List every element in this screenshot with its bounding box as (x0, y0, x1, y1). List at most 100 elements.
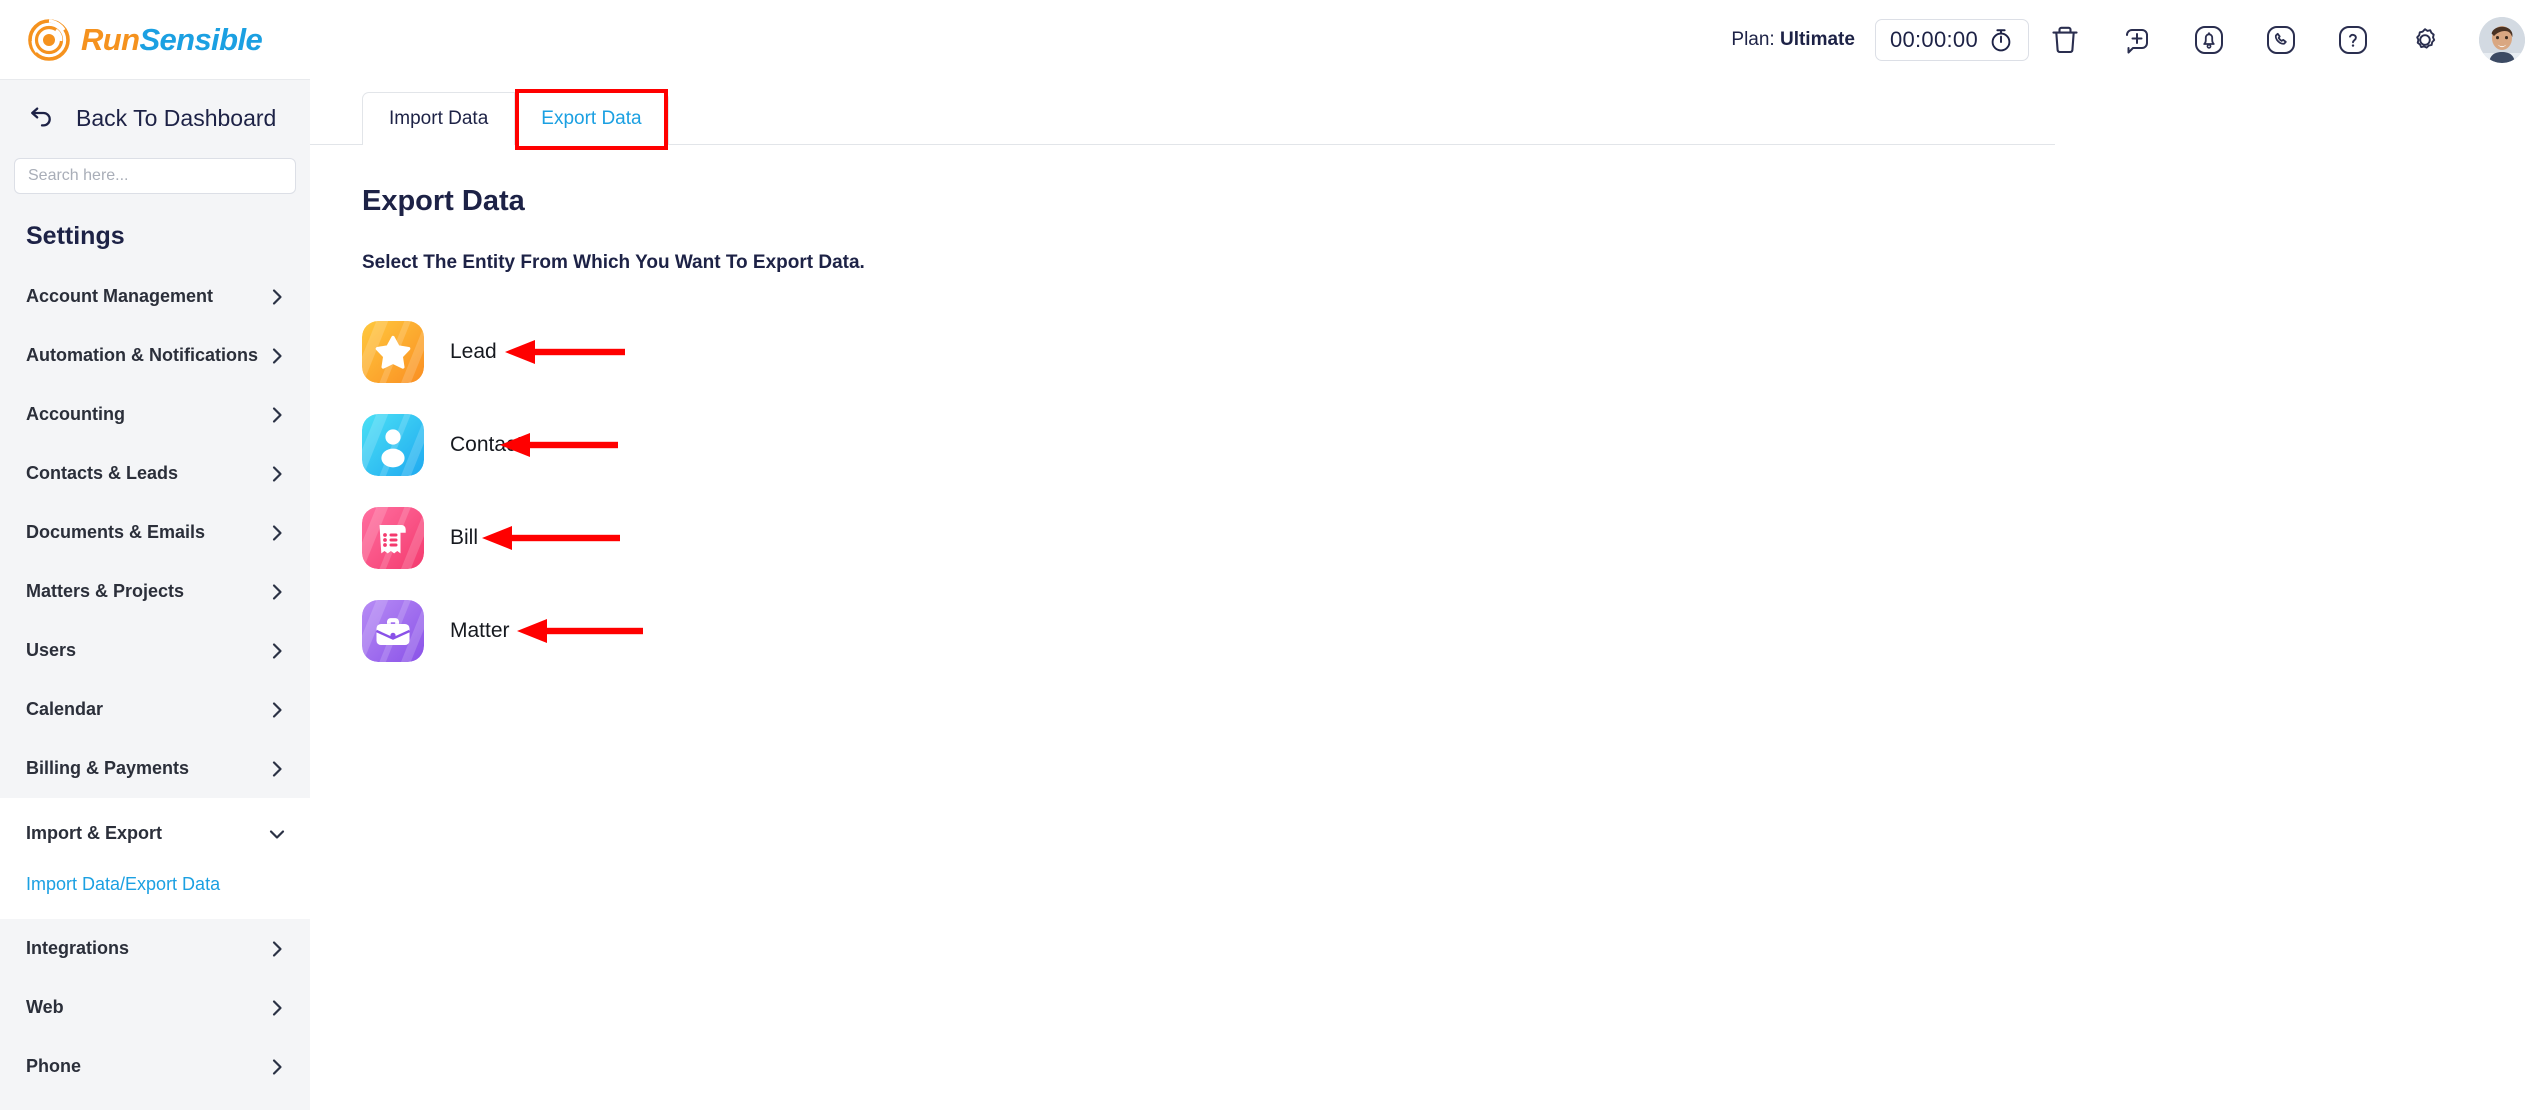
arrow-annotation-lead (505, 339, 625, 364)
chevron-right-icon (272, 583, 282, 600)
sidebar-item-calendar[interactable]: Calendar (0, 680, 310, 739)
sidebar-search (0, 158, 310, 194)
entity-option-list: Lead Contact Bill Matter (362, 312, 2545, 670)
sidebar-item-web[interactable]: Web (0, 978, 310, 1037)
logo-text-sensible: Sensible (139, 22, 263, 57)
sidebar-item-import-export[interactable]: Import & Export (0, 804, 310, 863)
arrow-annotation-contact (500, 432, 618, 457)
sidebar-item-label: Web (26, 997, 64, 1017)
plan-prefix: Plan: (1731, 28, 1775, 50)
chevron-right-icon (272, 940, 282, 957)
person-icon[interactable] (362, 413, 424, 476)
user-avatar[interactable] (2479, 16, 2525, 63)
settings-sidebar: Back To Dashboard Settings Account Manag… (0, 79, 310, 1110)
chevron-right-icon (272, 999, 282, 1016)
notifications-button[interactable] (2173, 10, 2245, 70)
delete-button[interactable] (2029, 10, 2101, 70)
help-question-icon[interactable] (2335, 22, 2371, 58)
timer-widget[interactable]: 00:00:00 (1874, 18, 2029, 61)
sidebar-item-automation-notifications[interactable]: Automation & Notifications (0, 326, 310, 385)
chevron-right-icon (272, 760, 282, 777)
arrow-annotation-matter (517, 618, 643, 643)
help-button[interactable] (2317, 10, 2389, 70)
chevron-right-icon (272, 406, 282, 423)
header-actions: Plan: Ultimate 00:00:00 (1731, 10, 2525, 70)
trash-icon[interactable] (2048, 23, 2082, 57)
entity-row-contact[interactable]: Contact (362, 405, 2545, 484)
logo-text-run: Run (81, 22, 140, 57)
add-plus-icon[interactable] (2119, 22, 2155, 58)
entity-row-matter[interactable]: Matter (362, 591, 2545, 670)
app-logo[interactable]: RunSensible (28, 18, 263, 61)
entity-label[interactable]: Matter (450, 619, 510, 643)
sidebar-item-matters-projects[interactable]: Matters & Projects (0, 562, 310, 621)
sidebar-item-contacts-leads[interactable]: Contacts & Leads (0, 444, 310, 503)
gear-icon[interactable] (2407, 22, 2443, 58)
chevron-right-icon (272, 288, 282, 305)
tabstrip: Import Data Export Data (362, 89, 669, 150)
sidebar-item-label: Accounting (26, 404, 125, 424)
plan-value: Ultimate (1779, 28, 1855, 50)
tab-export-data[interactable]: Export Data (514, 89, 668, 150)
entity-row-lead[interactable]: Lead (362, 312, 2545, 391)
arrow-annotation-bill (482, 525, 620, 550)
sidebar-item-phone[interactable]: Phone (0, 1037, 310, 1096)
sidebar-item-account-management[interactable]: Account Management (0, 267, 310, 326)
page-subtitle: Select The Entity From Which You Want To… (362, 252, 865, 273)
sidebar-item-documents-emails[interactable]: Documents & Emails (0, 503, 310, 562)
sidebar-section-title: Settings (26, 222, 125, 250)
runsensible-swirl-icon (28, 18, 70, 61)
sidebar-item-label: Contacts & Leads (26, 463, 179, 483)
search-input[interactable] (14, 158, 296, 194)
entity-label[interactable]: Bill (450, 526, 478, 550)
logo-wordmark: RunSensible (81, 22, 263, 57)
invoice-icon[interactable] (362, 506, 424, 569)
timer-value: 00:00:00 (1889, 26, 1978, 52)
add-new-button[interactable] (2101, 10, 2173, 70)
tab-export-data-label: Export Data (541, 108, 642, 129)
sidebar-item-label: Matters & Projects (26, 581, 185, 601)
chevron-right-icon (272, 1058, 282, 1075)
sidebar-item-label: Integrations (26, 938, 130, 958)
tabs-bar: Import Data Export Data (310, 79, 2545, 150)
chevron-right-icon (272, 524, 282, 541)
chevron-down-icon (269, 829, 285, 839)
sidebar-subitem-label: Import Data/Export Data (26, 873, 221, 894)
stopwatch-icon[interactable] (1988, 27, 2014, 53)
settings-button[interactable] (2389, 10, 2461, 70)
star-icon[interactable] (362, 320, 424, 383)
chevron-right-icon (272, 642, 282, 659)
sidebar-item-accounting[interactable]: Accounting (0, 385, 310, 444)
sidebar-item-label: Users (26, 640, 77, 660)
sidebar-item-users[interactable]: Users (0, 621, 310, 680)
entity-label[interactable]: Lead (450, 340, 497, 364)
main-content-area: Import Data Export Data Export Data Sele… (310, 79, 2545, 1110)
briefcase-icon[interactable] (362, 599, 424, 662)
entity-row-bill[interactable]: Bill (362, 498, 2545, 577)
notification-bell-icon[interactable] (2191, 22, 2227, 58)
phone-button[interactable] (2245, 10, 2317, 70)
sidebar-item-label: Calendar (26, 699, 104, 719)
back-to-dashboard-button[interactable]: Back To Dashboard (0, 80, 310, 156)
sidebar-group-import-export: Import & Export Import Data/Export Data (0, 798, 310, 919)
top-header-bar: RunSensible Plan: Ultimate 00:00:00 (0, 0, 2545, 79)
tab-import-data[interactable]: Import Data (363, 93, 514, 145)
back-arrow-icon (31, 107, 51, 127)
plan-indicator: Plan: Ultimate (1731, 29, 1855, 51)
sidebar-item-label: Documents & Emails (26, 522, 206, 542)
sidebar-item-label: Account Management (26, 286, 214, 306)
chevron-right-icon (272, 701, 282, 718)
sidebar-nav-list: Account Management Automation & Notificat… (0, 267, 310, 1096)
phone-icon[interactable] (2263, 22, 2299, 58)
page-title: Export Data (362, 185, 525, 217)
sidebar-item-billing-payments[interactable]: Billing & Payments (0, 739, 310, 798)
sidebar-item-label: Automation & Notifications (26, 345, 258, 365)
back-to-dashboard-label: Back To Dashboard (76, 104, 277, 131)
sidebar-item-label: Import & Export (26, 823, 163, 843)
sidebar-item-label: Billing & Payments (26, 758, 190, 778)
sidebar-item-integrations[interactable]: Integrations (0, 919, 310, 978)
chevron-right-icon (272, 347, 282, 364)
sidebar-subitem-import-data-export-data[interactable]: Import Data/Export Data (0, 863, 310, 905)
chevron-right-icon (272, 465, 282, 482)
sidebar-item-label: Phone (26, 1056, 82, 1076)
